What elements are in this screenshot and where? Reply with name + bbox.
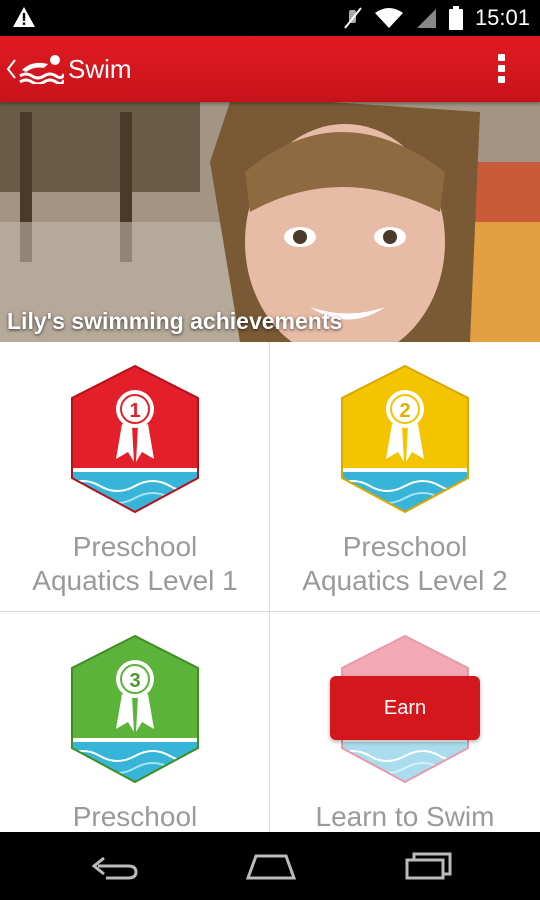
overflow-menu-icon[interactable]: [498, 54, 506, 84]
wifi-icon: [374, 8, 403, 28]
badge-card-level-3[interactable]: 3 Preschool: [0, 612, 270, 832]
badge-level-1-icon: 1: [71, 364, 199, 514]
badge-grid: 1 Preschool Aquatics Level 1 2 Preschool…: [0, 342, 540, 832]
recents-nav-icon[interactable]: [404, 852, 454, 880]
badge-label-line2: Aquatics Level 2: [302, 565, 508, 596]
back-chevron-icon[interactable]: [5, 54, 17, 84]
hero-photo-image: [0, 102, 540, 342]
badge-label-level-2: Preschool Aquatics Level 2: [270, 530, 540, 598]
status-bar: 15:01: [0, 0, 540, 36]
badge-card-learn-to-swim[interactable]: Earn Learn to Swim: [270, 612, 540, 832]
badge-label-line1: Preschool: [342, 531, 468, 562]
badge-label-line2: Aquatics Level 1: [32, 565, 238, 596]
hero-caption: Lily's swimming achievements: [7, 308, 343, 334]
system-nav-bar: [0, 832, 540, 900]
status-time: 15:01: [474, 5, 530, 30]
warning-icon: [13, 7, 35, 27]
back-nav-icon[interactable]: [88, 852, 138, 880]
badge-label-line1: Preschool: [72, 801, 198, 832]
mute-icon: [344, 7, 362, 29]
home-nav-icon[interactable]: [244, 852, 298, 880]
badge-number-2: 2: [399, 400, 410, 422]
badge-label-level-3: Preschool: [0, 800, 270, 832]
badge-label-level-1: Preschool Aquatics Level 1: [0, 530, 270, 598]
badge-card-level-1[interactable]: 1 Preschool Aquatics Level 1: [0, 342, 270, 612]
badge-number-1: 1: [129, 400, 140, 422]
badge-label-line1: Preschool: [72, 531, 198, 562]
badge-label-line1: Learn to Swim: [315, 801, 495, 832]
earn-button[interactable]: Earn: [330, 676, 480, 740]
badge-label-learn-to-swim: Learn to Swim: [270, 800, 540, 832]
swim-logo-icon[interactable]: [18, 52, 64, 84]
hero-photo: Lily's swimming achievements: [0, 102, 540, 342]
battery-icon: [448, 6, 463, 30]
app-title: Swim: [68, 54, 132, 84]
app-bar: Swim: [0, 36, 540, 102]
badge-card-level-2[interactable]: 2 Preschool Aquatics Level 2: [270, 342, 540, 612]
badge-level-2-icon: 2: [341, 364, 469, 514]
badge-number-3: 3: [129, 670, 140, 692]
signal-icon: [416, 9, 436, 28]
badge-level-3-icon: 3: [71, 634, 199, 784]
